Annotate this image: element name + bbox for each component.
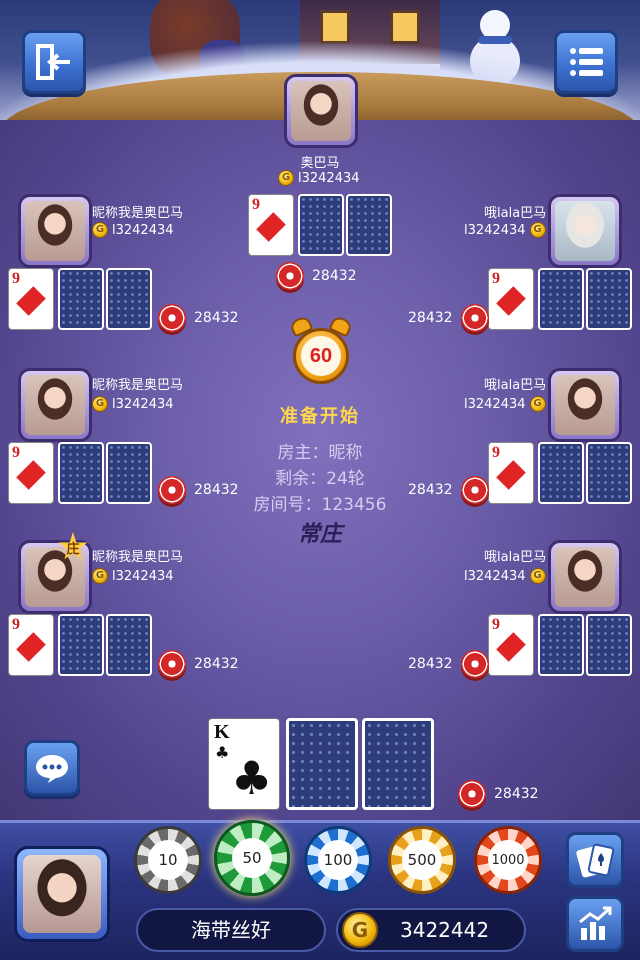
- right-player-2-name: 哦lala巴马: [484, 378, 547, 393]
- self-card-3[interactable]: [362, 718, 434, 810]
- top-player-avatar[interactable]: [284, 74, 358, 148]
- chip-1000-button[interactable]: 1000: [474, 826, 542, 894]
- right-player-3-card-1: 9: [488, 614, 534, 676]
- right-player-1-card-3: [586, 268, 632, 330]
- left-player-1-coins: Gl3242434: [92, 222, 174, 238]
- left-player-1-bet: 28432: [158, 304, 239, 332]
- window-decoration: [320, 10, 350, 44]
- exit-button[interactable]: [22, 30, 86, 94]
- right-player-3-bet: 28432: [408, 650, 489, 678]
- chip-500-button[interactable]: 500: [388, 826, 456, 894]
- cards-button[interactable]: [566, 832, 624, 888]
- top-player-card-3: [346, 194, 392, 256]
- left-player-1-name: 昵称我是奥巴马: [92, 206, 184, 221]
- chip-10-button[interactable]: 10: [134, 826, 202, 894]
- coin-icon: G: [529, 222, 546, 238]
- rounds-remaining: 剩余：24轮: [275, 469, 365, 489]
- chat-button[interactable]: [24, 740, 80, 796]
- game-status: 准备开始: [280, 406, 360, 427]
- left-player-1-card-3: [106, 268, 152, 330]
- right-player-3-card-3: [586, 614, 632, 676]
- top-player-name: 奥巴马: [300, 156, 340, 171]
- top-player-coins: G l3242434: [278, 170, 360, 186]
- left-player-3-card-3: [106, 614, 152, 676]
- gold-coin-icon: G: [342, 912, 378, 948]
- top-player-bet: 28432: [276, 262, 357, 290]
- top-player-card-1: 9: [248, 194, 294, 256]
- right-player-3-card-2: [538, 614, 584, 676]
- right-player-3-coins: l3242434 G: [464, 568, 546, 584]
- chart-icon: [579, 906, 612, 940]
- self-avatar[interactable]: [14, 846, 110, 942]
- right-player-1-avatar[interactable]: [548, 194, 622, 268]
- left-player-1-card-1: 9: [8, 268, 54, 330]
- chip-stack-icon: [460, 650, 489, 678]
- right-player-1-coins: l3242434 G: [464, 222, 546, 238]
- chip-stack-icon: [460, 304, 489, 332]
- coin-icon: G: [278, 170, 294, 186]
- right-player-1-card-1: 9: [488, 268, 534, 330]
- chip-50-button[interactable]: 50: [214, 820, 290, 896]
- window-decoration: [390, 10, 420, 44]
- left-player-2-name: 昵称我是奥巴马: [92, 378, 184, 393]
- coin-icon: G: [92, 222, 108, 238]
- top-player-card-2: [298, 194, 344, 256]
- chip-stack-icon: [458, 780, 486, 808]
- left-player-3-card-2: [58, 614, 104, 676]
- chip-stack-icon: [158, 650, 186, 678]
- left-player-1-card-2: [58, 268, 104, 330]
- right-player-1-bet: 28432: [408, 304, 489, 332]
- left-player-3-bet: 28432: [158, 650, 239, 678]
- menu-button[interactable]: [554, 30, 618, 94]
- room-number: 房间号：123456: [253, 495, 387, 515]
- cards-icon: [576, 843, 615, 878]
- right-player-1-name: 哦lala巴马: [484, 206, 547, 221]
- chip-100-button[interactable]: 100: [304, 826, 372, 894]
- left-player-1-avatar[interactable]: [18, 194, 92, 268]
- right-player-3-name: 哦lala巴马: [484, 550, 547, 565]
- self-bet: 28432: [458, 780, 539, 808]
- right-player-3-avatar[interactable]: [548, 540, 622, 614]
- self-card-2[interactable]: [286, 718, 358, 810]
- left-player-3-card-1: 9: [8, 614, 54, 676]
- self-name: 海带丝好: [136, 908, 326, 952]
- coin-icon: G: [529, 568, 546, 584]
- chip-stack-icon: [158, 304, 186, 332]
- countdown-alarm-clock: 60: [288, 314, 354, 390]
- coin-icon: G: [92, 568, 108, 584]
- left-player-3-name: 昵称我是奥巴马: [92, 550, 184, 565]
- menu-list-icon: [570, 48, 603, 76]
- exit-icon: [36, 44, 70, 80]
- countdown-number: 60: [301, 336, 341, 376]
- stats-button[interactable]: [566, 896, 624, 952]
- room-owner: 房主：昵称: [277, 443, 363, 463]
- left-player-3-coins: Gl3242434: [92, 568, 174, 584]
- banker-mode: 常庄: [297, 522, 342, 547]
- self-card-1[interactable]: K ♣ ♣: [208, 718, 280, 810]
- left-player-3-avatar[interactable]: [18, 540, 92, 614]
- chip-stack-icon: [276, 262, 304, 290]
- chat-bubble-icon: [36, 755, 68, 783]
- self-gold: G 3422442: [336, 908, 526, 952]
- right-player-1-card-2: [538, 268, 584, 330]
